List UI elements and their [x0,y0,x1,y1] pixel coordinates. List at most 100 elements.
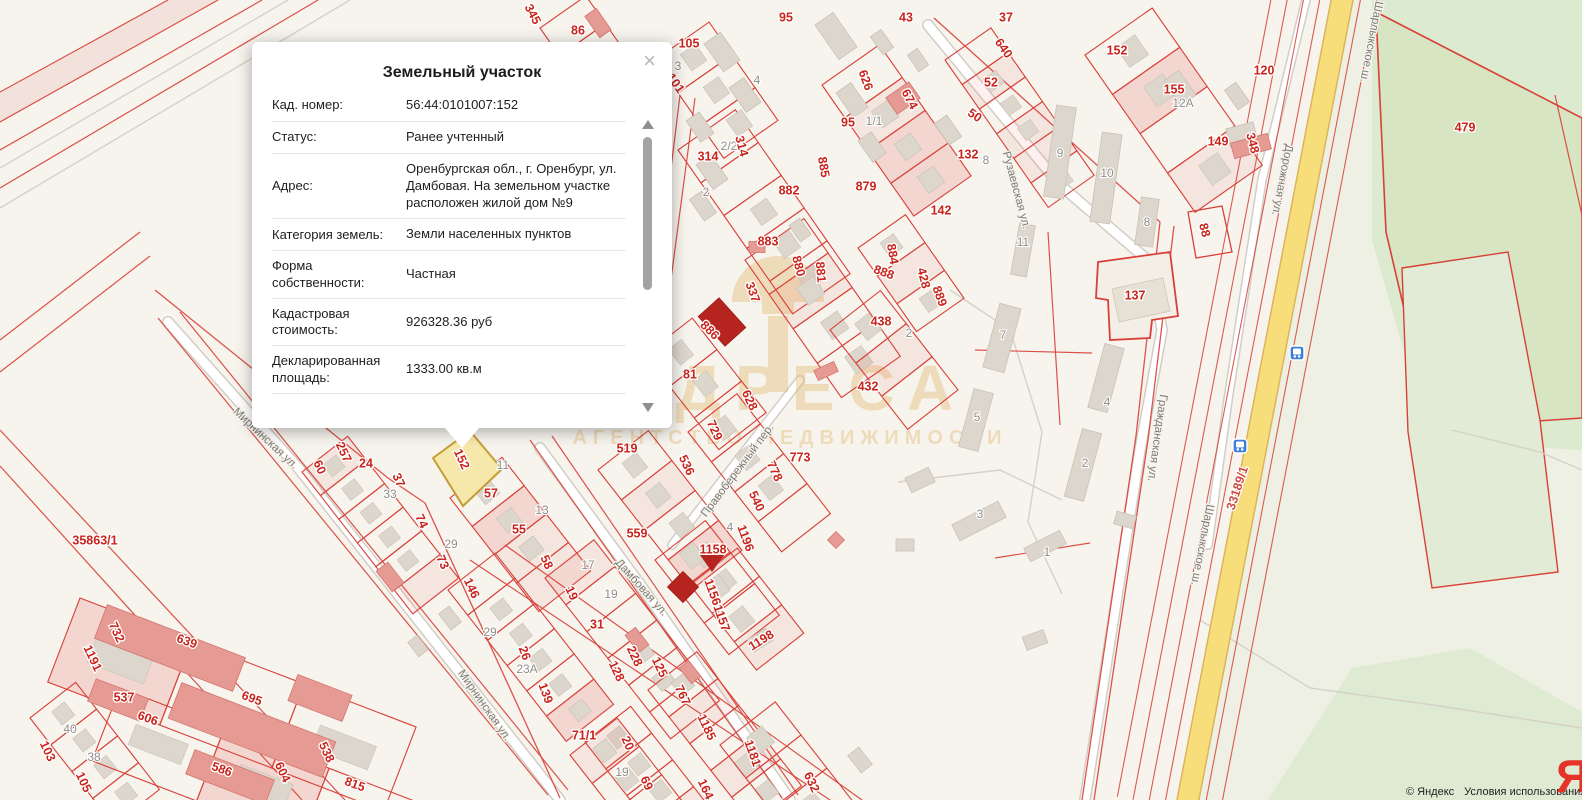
scroll-down-arrow-icon[interactable] [642,403,654,412]
parcel-label[interactable]: 885 [815,156,832,179]
parcel-label[interactable]: 17 [581,558,595,572]
parcel-label[interactable]: 345 [522,2,544,27]
parcel-label[interactable]: 81 [683,367,697,381]
parcel-label[interactable]: 13 [535,503,549,517]
parcel-label[interactable]: 142 [931,203,952,217]
parcel-label[interactable]: 883 [758,234,779,248]
parcel-label[interactable]: 11 [497,458,510,472]
parcel-label[interactable]: 1 [1044,545,1051,559]
popup-field-value: Частная [406,266,626,283]
parcel-label[interactable]: 31 [590,617,604,631]
parcel-label[interactable]: 479 [1455,120,1476,134]
parcel-label[interactable]: 882 [779,183,800,197]
parcel-label[interactable]: 2 [906,326,913,340]
parcel-label[interactable]: 626 [856,68,876,92]
parcel-label[interactable]: 40 [63,722,77,736]
yandex-logo: Я [1556,756,1582,796]
parcel-label[interactable]: 95 [779,10,793,24]
popup-field-label: Кадастровая стоимость: [272,306,398,339]
parcel-label[interactable]: 4 [1104,395,1111,409]
parcel-label[interactable]: 149 [1208,134,1229,148]
parcel-label[interactable]: 773 [790,450,811,464]
parcel-label[interactable]: 695 [240,688,264,708]
parcel-label[interactable]: 74 [412,512,431,531]
popup-row: Кад. номер: 56:44:0101007:152 [272,90,626,122]
parcel-label[interactable]: 103 [37,739,59,764]
parcel-label[interactable]: 2 [703,185,710,199]
parcel-label[interactable]: 12А [1172,96,1193,110]
parcel-label[interactable]: 88 [1196,222,1213,239]
parcel-label[interactable]: 33 [383,487,397,501]
popup-tail [445,428,479,448]
popup-field-value: 1333.00 кв.м [406,361,626,378]
parcel-label[interactable]: 23А [516,662,537,676]
parcel-label[interactable]: 38 [87,750,101,764]
parcel-label[interactable]: 29 [444,537,458,551]
parcel-label[interactable]: 815 [343,774,367,794]
parcel-label[interactable]: 137 [1125,288,1146,302]
scroll-up-arrow-icon[interactable] [642,120,654,129]
parcel-label[interactable]: 55 [512,522,526,536]
parcel-label[interactable]: 155 [1164,82,1185,96]
popup-scrollbar[interactable] [641,120,654,412]
parcel-label[interactable]: 881 [813,261,829,283]
popup-field-label: Кад. номер: [272,97,398,113]
parcel-label[interactable]: 8 [1144,215,1151,229]
parcel-label[interactable]: 35863/1 [72,533,117,547]
street-label: Мирнинская ул. [455,668,513,744]
popup-rows: Кад. номер:56:44:0101007:152Статус:Ранее… [272,90,626,394]
parcel-label[interactable]: 519 [617,441,638,455]
parcel-label[interactable]: 29 [483,625,497,639]
parcel-label[interactable]: 86 [571,23,585,37]
parcel-label[interactable]: 105 [73,770,95,795]
parcel-label[interactable]: 1/1 [866,114,883,128]
parcel-label[interactable]: 559 [627,526,648,540]
popup-field-label: Адрес: [272,178,398,194]
parcel-label[interactable]: 879 [856,179,877,193]
parcel-label[interactable]: 314 [698,149,719,163]
parcel-label[interactable]: 9 [1057,146,1064,160]
parcel-label[interactable]: 4 [727,520,734,534]
popup-field-label: Форма собственности: [272,258,398,291]
popup-field-value: 56:44:0101007:152 [406,97,626,114]
parcel-label[interactable]: 52 [984,75,998,89]
parcel-label[interactable]: 8 [983,153,990,167]
map-canvas[interactable]: АДРЕСААГЕНТСТВО НЕДВИЖИМОСТИМирнинская у… [0,0,1582,800]
parcel-info-popup: × Земельный участок Кад. номер:56:44:010… [252,42,672,428]
parcel-label[interactable]: 146 [461,576,483,601]
parcel-label[interactable]: 4 [754,73,761,87]
parcel-label[interactable]: 57 [484,486,498,500]
parcel-label[interactable]: 120 [1254,63,1275,77]
parcel-label[interactable]: 152 [1107,43,1128,57]
parcel-label[interactable]: 1157 [710,603,732,633]
parcel-label[interactable]: 2 [1082,456,1089,470]
parcel-label[interactable]: 1158 [699,542,726,556]
map-viewport[interactable]: АДРЕСААГЕНТСТВО НЕДВИЖИМОСТИМирнинская у… [0,0,1582,800]
parcel-label[interactable]: 105 [679,36,700,50]
parcel-label[interactable]: 432 [858,379,879,393]
parcel-label[interactable]: 10 [1100,166,1114,180]
parcel-label[interactable]: 3 [977,507,984,521]
parcel-label[interactable]: 884 [884,243,901,266]
popup-row: Адрес:Оренбургская обл., г. Оренбург, ул… [272,154,626,220]
parcel-label[interactable]: 71/1 [572,728,596,742]
parcel-label[interactable]: 24 [359,456,373,470]
parcel-label[interactable]: 132 [958,147,979,161]
scroll-thumb[interactable] [643,137,652,290]
parcel-label[interactable]: 5 [974,410,981,424]
parcel-label[interactable]: 438 [871,314,892,328]
parcel-label[interactable]: 537 [114,690,135,704]
parcel-label[interactable]: 314 [732,134,751,158]
parcel-label[interactable]: 37 [999,10,1013,24]
bus-stop-icon [1290,346,1304,360]
popup-field-value: Ранее учтенный [406,129,626,146]
parcel-label[interactable]: 19 [615,765,629,779]
close-icon[interactable]: × [643,50,656,72]
parcel-label[interactable]: 50 [965,106,984,125]
parcel-label[interactable]: 43 [899,10,913,24]
popup-row: Кадастровая стоимость:926328.36 руб [272,299,626,347]
parcel-label[interactable]: 7 [1000,328,1007,342]
parcel-label[interactable]: 11 [1017,235,1030,249]
parcel-label[interactable]: 19 [604,587,618,601]
parcel-label[interactable]: 95 [841,115,855,129]
